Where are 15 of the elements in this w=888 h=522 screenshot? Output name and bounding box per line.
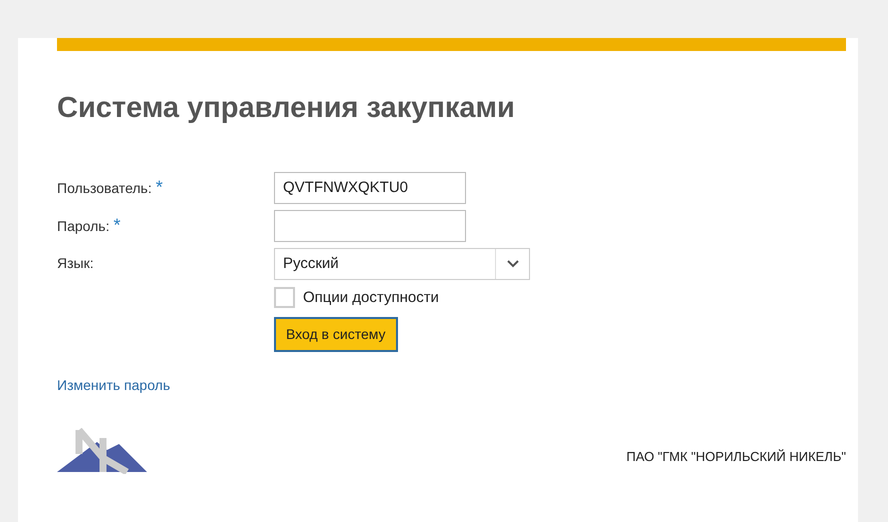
checkbox-label: Опции доступности (303, 288, 439, 308)
input-field[interactable]: QVTFNWXQKTU0 (274, 172, 466, 204)
checkbox[interactable] (274, 287, 295, 308)
field-label: Пользователь: (57, 180, 152, 196)
login-button[interactable]: Вход в систему (274, 317, 398, 352)
required-mark: * (156, 177, 163, 197)
language-select[interactable]: Русский (274, 248, 530, 280)
company-name: ПАО "ГМК "НОРИЛЬСКИЙ НИКЕЛЬ" (626, 448, 846, 466)
field-label: Пароль: (57, 218, 110, 234)
chevron-down-icon (506, 260, 518, 268)
change-password-link[interactable]: Изменить пароль (57, 377, 170, 393)
input-field[interactable] (274, 210, 466, 242)
required-mark: * (113, 215, 120, 235)
page-title: Система управления закупками (57, 91, 516, 126)
field-label: Язык: (57, 254, 95, 273)
